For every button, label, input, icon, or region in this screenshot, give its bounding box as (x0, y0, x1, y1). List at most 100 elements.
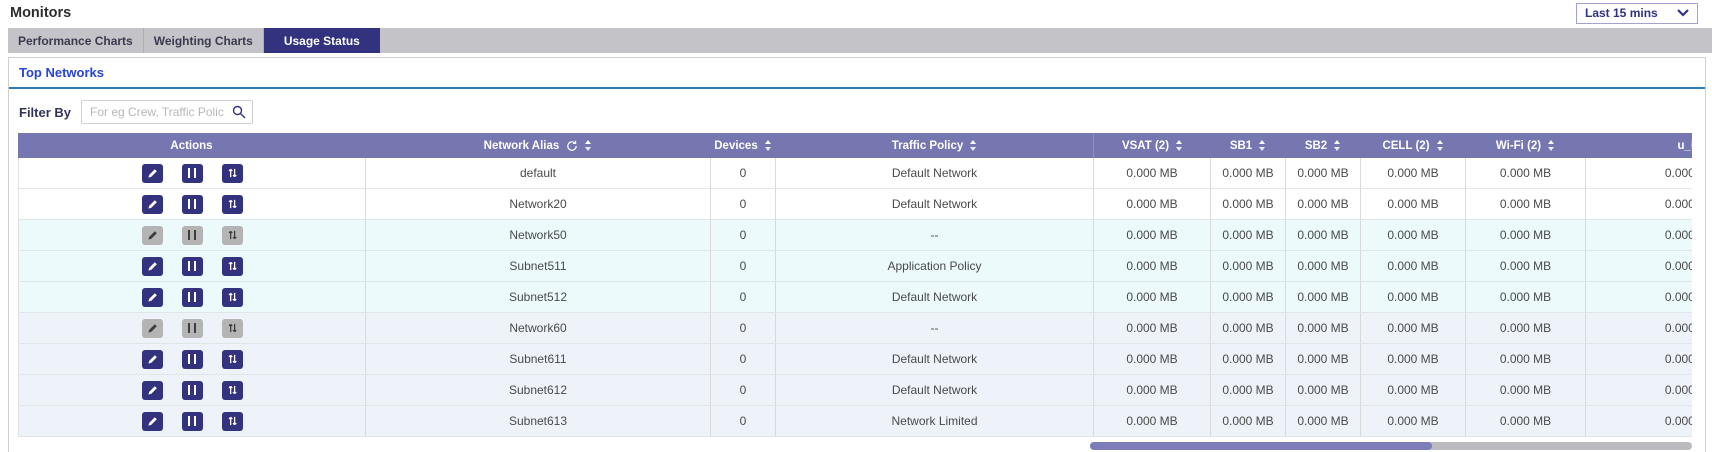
up-down-arrows-icon (227, 291, 238, 303)
column-label: u_Et (1678, 140, 1692, 152)
u-eth-usage-cell: 0.000 MB (1586, 313, 1692, 343)
devices-cell: 0 (711, 313, 776, 343)
column-header-sb2[interactable]: SB2 (1285, 133, 1360, 158)
column-header-u-eth[interactable]: u_Et (1585, 133, 1692, 158)
table-row: Subnet512 0 Default Network 0.000 MB 0.0… (18, 282, 1692, 313)
pencil-icon (147, 292, 158, 303)
tab-performance-charts[interactable]: Performance Charts (8, 28, 144, 53)
sort-control[interactable] (585, 140, 591, 151)
tab-weighting-charts[interactable]: Weighting Charts (144, 28, 264, 53)
table-header-row: Actions Network Alias Devices (18, 133, 1692, 158)
network-alias-cell: Subnet613 (366, 406, 711, 436)
edit-button[interactable] (142, 319, 163, 338)
tab-usage-status[interactable]: Usage Status (264, 28, 380, 53)
column-label: Wi-Fi (2) (1496, 140, 1541, 152)
edit-button[interactable] (142, 164, 163, 183)
sb2-usage-cell: 0.000 MB (1286, 189, 1361, 219)
reorder-button[interactable] (222, 381, 243, 400)
column-label: Devices (714, 140, 757, 152)
traffic-policy-cell: Application Policy (776, 251, 1094, 281)
sort-control[interactable] (1548, 140, 1554, 151)
up-down-arrows-icon (227, 384, 238, 396)
column-header-wifi[interactable]: Wi-Fi (2) (1465, 133, 1585, 158)
u-eth-usage-cell: 0.000 MB (1586, 220, 1692, 250)
pause-button[interactable] (182, 195, 203, 214)
pause-button[interactable] (182, 257, 203, 276)
time-range-select[interactable]: Last 15 mins (1576, 3, 1698, 24)
pencil-icon (147, 199, 158, 210)
wifi-usage-cell: 0.000 MB (1466, 344, 1586, 374)
sort-control[interactable] (1259, 140, 1265, 151)
pause-button[interactable] (182, 226, 203, 245)
table-row: Subnet511 0 Application Policy 0.000 MB … (18, 251, 1692, 282)
pause-button[interactable] (182, 288, 203, 307)
top-bar: Monitors Last 15 mins (0, 0, 1712, 26)
horizontal-scrollbar-thumb[interactable] (1090, 442, 1432, 450)
edit-button[interactable] (142, 381, 163, 400)
u-eth-usage-cell: 0.000 MB (1586, 375, 1692, 405)
up-down-arrows-icon (227, 353, 238, 365)
sort-control[interactable] (970, 140, 976, 151)
filter-input[interactable] (81, 100, 253, 124)
table-row: Subnet613 0 Network Limited 0.000 MB 0.0… (18, 406, 1692, 437)
search-icon[interactable] (232, 105, 246, 119)
pencil-icon (147, 168, 158, 179)
pause-button[interactable] (182, 164, 203, 183)
network-alias-cell: default (366, 158, 711, 188)
column-header-network-alias[interactable]: Network Alias (365, 133, 710, 158)
sb2-usage-cell: 0.000 MB (1286, 158, 1361, 188)
pause-button[interactable] (182, 412, 203, 431)
sort-control[interactable] (765, 140, 771, 151)
horizontal-scrollbar[interactable] (1090, 442, 1692, 450)
edit-button[interactable] (142, 195, 163, 214)
pause-button[interactable] (182, 350, 203, 369)
column-header-sb1[interactable]: SB1 (1210, 133, 1285, 158)
actions-cell (19, 220, 366, 250)
wifi-usage-cell: 0.000 MB (1466, 375, 1586, 405)
panel-title: Top Networks (19, 65, 104, 80)
column-header-cell[interactable]: CELL (2) (1360, 133, 1465, 158)
column-header-devices[interactable]: Devices (710, 133, 775, 158)
pause-button[interactable] (182, 319, 203, 338)
refresh-icon[interactable] (566, 140, 578, 152)
vsat-usage-cell: 0.000 MB (1094, 251, 1211, 281)
pencil-icon (147, 354, 158, 365)
reorder-button[interactable] (222, 350, 243, 369)
filter-row: Filter By (9, 89, 1705, 124)
vsat-usage-cell: 0.000 MB (1094, 189, 1211, 219)
edit-button[interactable] (142, 350, 163, 369)
cell-usage-cell: 0.000 MB (1361, 313, 1466, 343)
edit-button[interactable] (142, 226, 163, 245)
reorder-button[interactable] (222, 412, 243, 431)
edit-button[interactable] (142, 288, 163, 307)
reorder-button[interactable] (222, 226, 243, 245)
sort-control[interactable] (1334, 140, 1340, 151)
sb1-usage-cell: 0.000 MB (1211, 406, 1286, 436)
reorder-button[interactable] (222, 164, 243, 183)
reorder-button[interactable] (222, 257, 243, 276)
reorder-button[interactable] (222, 195, 243, 214)
column-header-actions: Actions (18, 133, 365, 158)
reorder-button[interactable] (222, 319, 243, 338)
edit-button[interactable] (142, 412, 163, 431)
cell-usage-cell: 0.000 MB (1361, 282, 1466, 312)
table-row: Network50 0 -- 0.000 MB 0.000 MB 0.000 M… (18, 220, 1692, 251)
vsat-usage-cell: 0.000 MB (1094, 375, 1211, 405)
edit-button[interactable] (142, 257, 163, 276)
column-header-traffic-policy[interactable]: Traffic Policy (775, 133, 1093, 158)
column-header-vsat[interactable]: VSAT (2) (1093, 133, 1210, 158)
pause-button[interactable] (182, 381, 203, 400)
pencil-icon (147, 416, 158, 427)
reorder-button[interactable] (222, 288, 243, 307)
column-label: CELL (2) (1382, 140, 1429, 152)
actions-cell (19, 375, 366, 405)
cell-usage-cell: 0.000 MB (1361, 220, 1466, 250)
cell-usage-cell: 0.000 MB (1361, 189, 1466, 219)
network-alias-cell: Network60 (366, 313, 711, 343)
sort-control[interactable] (1176, 140, 1182, 151)
cell-usage-cell: 0.000 MB (1361, 158, 1466, 188)
u-eth-usage-cell: 0.000 MB (1586, 158, 1692, 188)
sb2-usage-cell: 0.000 MB (1286, 313, 1361, 343)
actions-cell (19, 282, 366, 312)
sort-control[interactable] (1437, 140, 1443, 151)
